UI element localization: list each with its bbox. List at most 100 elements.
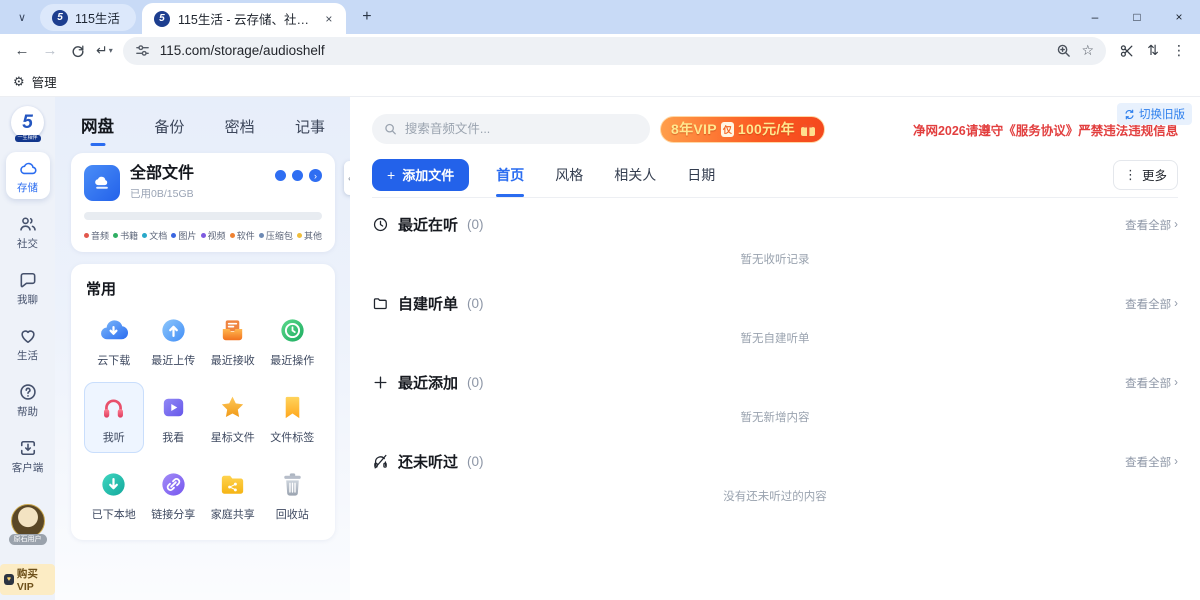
tile-starred-files[interactable]: 星标文件 xyxy=(203,382,263,453)
content-tabs: 首页 风格 相关人 日期 xyxy=(496,152,715,197)
storage-card[interactable]: 全部文件 已用0B/15GB › 音频 书籍 文档 图片 视频 xyxy=(71,153,335,252)
common-section-title: 常用 xyxy=(84,276,322,305)
bookmark-item[interactable]: 管理 xyxy=(32,72,57,91)
sidebar-item-help[interactable]: 帮助 xyxy=(6,376,50,423)
site-settings-icon[interactable] xyxy=(135,43,150,58)
reload-button[interactable] xyxy=(64,37,92,65)
tab-date[interactable]: 日期 xyxy=(687,152,715,197)
address-bar[interactable]: 115.com/storage/audioshelf ☆ xyxy=(123,37,1106,65)
zoom-icon[interactable] xyxy=(1056,43,1071,58)
buy-vip-button[interactable]: ♥ 购买VIP xyxy=(0,564,55,595)
view-all-link[interactable]: 查看全部› xyxy=(1125,375,1178,391)
bookmark-star-icon[interactable]: ☆ xyxy=(1081,42,1094,59)
chevron-right-icon: › xyxy=(1174,456,1178,468)
sidebar-item-label: 客户端 xyxy=(12,460,44,475)
sidebar-item-storage[interactable]: 存储 xyxy=(6,152,50,199)
user-level-badge: 原石用户 xyxy=(9,534,47,545)
view-all-link[interactable]: 查看全部› xyxy=(1125,454,1178,470)
chevron-right-icon: › xyxy=(1174,377,1178,389)
tile-family-share[interactable]: 家庭共享 xyxy=(203,459,263,530)
drive-icon xyxy=(84,165,120,201)
switch-old-version-button[interactable]: 切换旧版 xyxy=(1117,103,1192,125)
new-tab-button[interactable]: + xyxy=(354,4,380,30)
tab-close-button[interactable]: × xyxy=(320,10,338,28)
tile-recent-received[interactable]: 最近接收 xyxy=(203,305,263,376)
pager-dot[interactable] xyxy=(275,170,286,181)
browser-tab-active[interactable]: 5 115生活 - 云存储、社交、生活 × xyxy=(142,3,346,34)
tab-home[interactable]: 首页 xyxy=(496,152,524,197)
storage-card-title: 全部文件 xyxy=(130,165,194,183)
sidebar-bottom: 原石用户 ♥ 购买VIP xyxy=(0,504,55,595)
tab-search-button[interactable]: ∨ xyxy=(10,5,34,29)
tab-related-people[interactable]: 相关人 xyxy=(614,152,656,197)
url-text[interactable]: 115.com/storage/audioshelf xyxy=(160,43,325,58)
pager-next-icon[interactable]: › xyxy=(309,169,322,182)
maximize-button[interactable]: □ xyxy=(1116,0,1158,34)
trash-icon xyxy=(277,469,308,500)
app-logo[interactable]: 5 一生相伴 xyxy=(11,106,44,139)
tab-secret[interactable]: 密档 xyxy=(225,116,255,137)
sidebar-item-life[interactable]: 生活 xyxy=(6,320,50,367)
window-controls: – □ × xyxy=(1074,0,1200,34)
common-grid: 云下载 最近上传 最近接收 最近操作 xyxy=(84,305,322,530)
bookmark-icon xyxy=(277,392,308,423)
sidebar-item-social[interactable]: 社交 xyxy=(6,208,50,255)
user-avatar[interactable]: 原石用户 xyxy=(11,504,45,538)
sidebar-item-chat[interactable]: 我聊 xyxy=(6,264,50,311)
tile-recent-actions[interactable]: 最近操作 xyxy=(263,305,323,376)
swap-icon xyxy=(1124,109,1135,120)
section-not-listened: 还未听过 (0) 查看全部› 没有还未听过的内容 xyxy=(372,435,1178,514)
tab-backup[interactable]: 备份 xyxy=(154,116,184,137)
clip-extension-icon[interactable] xyxy=(1114,43,1140,59)
heart-icon xyxy=(18,326,38,346)
folder-share-icon xyxy=(217,469,248,500)
tile-my-listening[interactable]: 我听 xyxy=(84,382,144,453)
tab-netdisk[interactable]: 网盘 xyxy=(81,113,114,137)
vip-banner-price: 100元/年 xyxy=(738,119,795,139)
browser-menu-icon[interactable]: ⋮ xyxy=(1166,42,1192,59)
legend-item: 书籍 xyxy=(113,229,138,242)
chevron-right-icon: › xyxy=(1174,219,1178,231)
section-custom-playlists: 自建听单 (0) 查看全部› 暂无自建听单 xyxy=(372,277,1178,356)
close-button[interactable]: × xyxy=(1158,0,1200,34)
sort-extension-icon[interactable]: ⇅ xyxy=(1140,42,1166,59)
extension-shortcut-button[interactable]: ↵ ▾ xyxy=(92,42,117,59)
view-all-link[interactable]: 查看全部› xyxy=(1125,296,1178,312)
drive-panel: 网盘 备份 密档 记事 全部文件 已用0B/15GB xyxy=(55,97,350,600)
tile-recycle-bin[interactable]: 回收站 xyxy=(263,459,323,530)
forward-button[interactable]: → xyxy=(36,37,64,65)
vip-promo-banner[interactable]: 8年VIP 仅 100元/年 xyxy=(660,116,825,143)
search-row: 8年VIP 仅 100元/年 净网2026请遵守《服务协议》严禁违法违规信息 xyxy=(372,114,1178,144)
tile-link-share[interactable]: 链接分享 xyxy=(144,459,204,530)
more-button[interactable]: ⋮ 更多 xyxy=(1113,160,1178,190)
legend-item: 文档 xyxy=(142,229,167,242)
tile-recent-upload[interactable]: 最近上传 xyxy=(144,305,204,376)
tab-title: 115生活 - 云存储、社交、生活 xyxy=(178,9,312,28)
app-area: 5 一生相伴 存储 社交 我聊 生活 帮助 xyxy=(0,97,1200,600)
pager-dot[interactable] xyxy=(292,170,303,181)
vip-banner-text: 8年VIP xyxy=(671,119,717,139)
tile-cloud-download[interactable]: 云下载 xyxy=(84,305,144,376)
tile-my-watching[interactable]: 我看 xyxy=(144,382,204,453)
search-input[interactable] xyxy=(405,122,638,136)
empty-state-text: 暂无新增内容 xyxy=(372,409,1178,425)
tile-file-tags[interactable]: 文件标签 xyxy=(263,382,323,453)
vip-badge-icon: ♥ xyxy=(4,574,14,585)
people-icon xyxy=(18,214,38,234)
tile-downloaded-local[interactable]: 已下本地 xyxy=(84,459,144,530)
sidebar-item-client[interactable]: 客户端 xyxy=(6,432,50,479)
tab-style[interactable]: 风格 xyxy=(555,152,583,197)
add-file-button[interactable]: + 添加文件 xyxy=(372,159,469,191)
minimize-button[interactable]: – xyxy=(1074,0,1116,34)
view-all-link[interactable]: 查看全部› xyxy=(1125,217,1178,233)
tab-notes[interactable]: 记事 xyxy=(295,116,325,137)
browser-tab-inactive[interactable]: 5 115生活 xyxy=(40,4,136,31)
upload-circle-icon xyxy=(158,315,189,346)
search-box[interactable] xyxy=(372,114,650,144)
tab-strip: ∨ 5 115生活 5 115生活 - 云存储、社交、生活 × + – □ × xyxy=(0,0,1200,34)
sidebar-item-label: 我聊 xyxy=(17,292,38,307)
back-button[interactable]: ← xyxy=(8,37,36,65)
sidebar-item-label: 帮助 xyxy=(17,404,38,419)
vip-banner-badge: 仅 xyxy=(721,122,734,137)
sidebar-item-label: 社交 xyxy=(17,236,38,251)
